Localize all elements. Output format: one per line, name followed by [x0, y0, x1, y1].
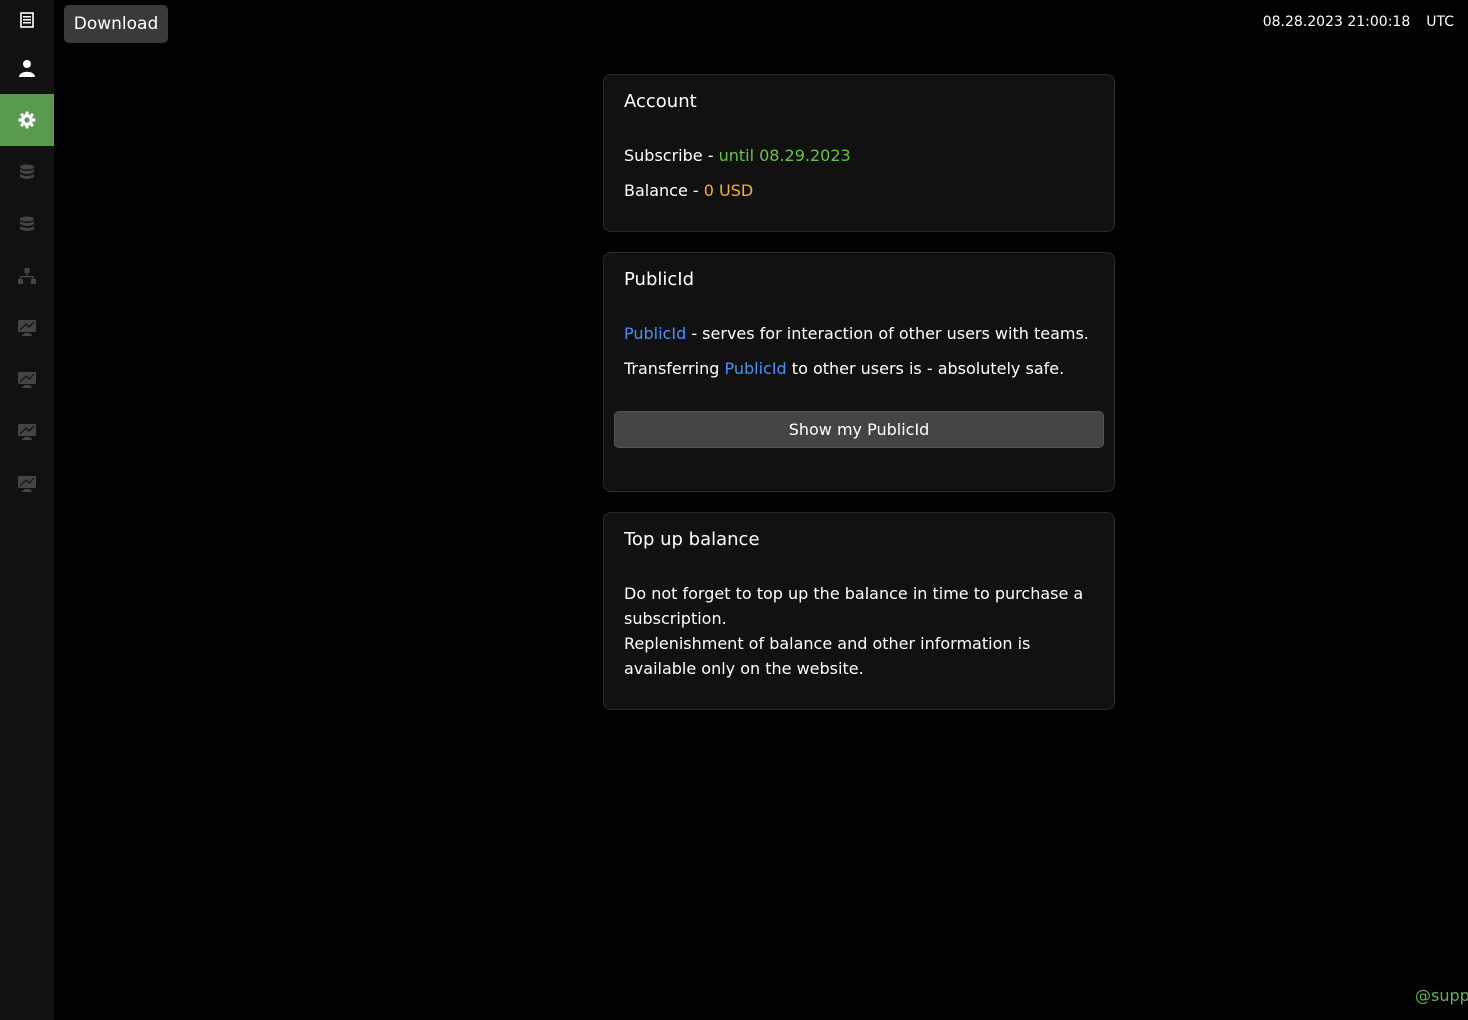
monitor-icon — [18, 476, 36, 492]
sidebar-item-monitor-4[interactable] — [0, 458, 54, 510]
show-publicid-button[interactable]: Show my PublicId — [614, 411, 1104, 448]
sidebar-item-monitor-3[interactable] — [0, 406, 54, 458]
publicid-title: PublicId — [624, 269, 695, 290]
publicid-card: PublicId PublicId - serves for interacti… — [603, 252, 1115, 492]
datetime-text: 08.28.2023 21:00:18 — [1262, 14, 1411, 30]
sidebar-item-monitor-1[interactable] — [0, 302, 54, 354]
sidebar — [0, 0, 54, 1020]
subscribe-label: Subscribe - — [624, 146, 719, 165]
support-link[interactable]: @supp — [1415, 986, 1468, 1005]
monitor-icon — [18, 424, 36, 440]
topup-website-note: Replenishment of balance and other infor… — [624, 634, 1031, 678]
user-icon — [18, 59, 36, 77]
sidebar-item-monitor-2[interactable] — [0, 354, 54, 406]
subscribe-value: until 08.29.2023 — [718, 146, 851, 165]
timezone-text: UTC — [1426, 14, 1454, 30]
account-title: Account — [624, 91, 697, 112]
network-icon — [18, 268, 36, 284]
sidebar-item-profile[interactable] — [0, 42, 54, 94]
monitor-icon — [18, 320, 36, 336]
document-icon — [20, 12, 34, 28]
topup-card: Top up balance Do not forget to top up t… — [603, 512, 1115, 710]
publicid-description-text: - serves for interaction of other users … — [686, 324, 1089, 343]
download-button[interactable]: Download — [64, 5, 168, 43]
account-card: Account Subscribe - until 08.29.2023 Bal… — [603, 74, 1115, 232]
safety-prefix: Transferring — [624, 359, 725, 378]
database-icon — [19, 164, 35, 180]
publicid-link[interactable]: PublicId — [624, 324, 686, 343]
database-icon — [19, 216, 35, 232]
sidebar-item-database-1[interactable] — [0, 146, 54, 198]
balance-label: Balance - — [624, 181, 704, 200]
sidebar-item-documents[interactable] — [0, 0, 54, 40]
monitor-icon — [18, 372, 36, 388]
publicid-link-2[interactable]: PublicId — [724, 359, 786, 378]
subscribe-line: Subscribe - until 08.29.2023 — [624, 143, 1094, 168]
publicid-safety-note: Transferring PublicId to other users is … — [624, 356, 1094, 381]
publicid-description: PublicId - serves for interaction of oth… — [624, 321, 1094, 346]
balance-value: 0 USD — [703, 181, 754, 200]
balance-line: Balance - 0 USD — [624, 178, 1094, 203]
clock: 08.28.2023 21:00:18 UTC — [1263, 14, 1454, 30]
sidebar-item-settings[interactable] — [0, 94, 54, 146]
sidebar-item-database-2[interactable] — [0, 198, 54, 250]
safety-suffix: to other users is - absolutely safe. — [786, 359, 1065, 378]
gear-icon — [18, 111, 36, 129]
topup-reminder: Do not forget to top up the balance in t… — [624, 584, 1084, 628]
sidebar-item-network[interactable] — [0, 250, 54, 302]
topup-title: Top up balance — [624, 529, 760, 550]
